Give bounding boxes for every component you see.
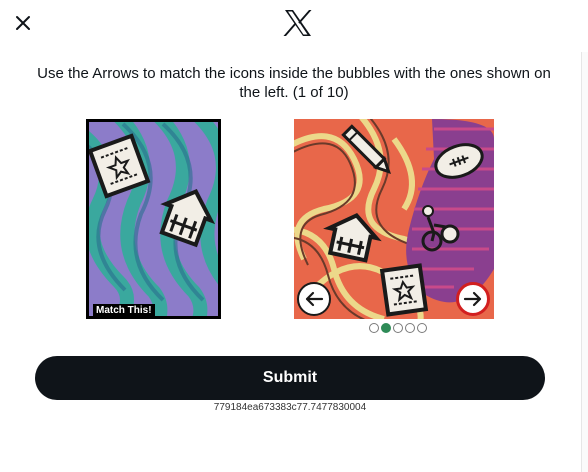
close-button[interactable] [10,10,36,36]
pagination-dots [369,323,427,333]
session-id-text: 779184ea673383c77.7477830004 [213,402,367,413]
pagination-dot-active [381,323,391,333]
previous-arrow-button[interactable] [297,282,331,316]
x-logo-icon [283,10,312,36]
submit-button[interactable]: Submit [35,356,545,400]
next-arrow-button[interactable] [456,282,490,316]
challenge-instructions: Use the Arrows to match the icons inside… [37,65,551,101]
puzzle-image [294,119,494,319]
target-image: Match This! [86,119,221,319]
scrollbar-track[interactable] [581,52,588,472]
pagination-dot [369,323,379,333]
pagination-dot [393,323,403,333]
pagination-dot [417,323,427,333]
match-this-label: Match This! [93,304,155,316]
pagination-dot [405,323,415,333]
note-paper-icon [379,263,429,317]
arrow-right-icon [463,291,482,307]
arrow-left-icon [305,291,324,307]
close-icon [16,16,30,30]
